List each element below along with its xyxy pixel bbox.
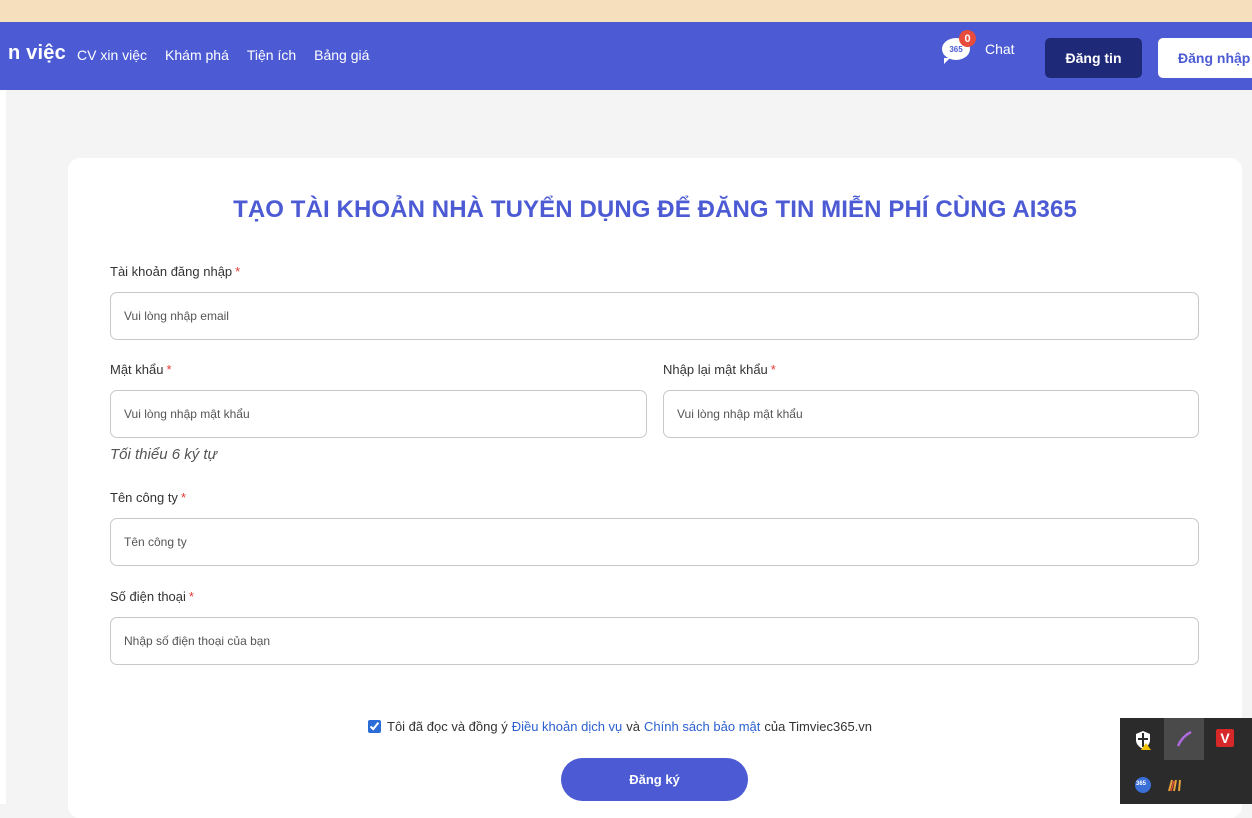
required-mark: * bbox=[770, 362, 776, 377]
required-mark: * bbox=[180, 490, 186, 505]
confirm-password-label: Nhập lại mật khẩu * bbox=[663, 362, 776, 377]
company-label: Tên công ty * bbox=[110, 490, 186, 505]
shield-warning-icon[interactable] bbox=[1132, 729, 1154, 751]
agree-text-start: Tôi đã đọc và đồng ý bbox=[387, 719, 508, 734]
password-field[interactable] bbox=[110, 390, 647, 438]
phone-label-text: Số điện thoại bbox=[110, 589, 186, 604]
page-left-edge bbox=[0, 22, 6, 804]
system-tray-panel: V 365 bbox=[1120, 718, 1252, 804]
confirm-password-field[interactable] bbox=[663, 390, 1199, 438]
terms-agreement: Tôi đã đọc và đồng ý Điều khoản dịch vụ … bbox=[368, 719, 872, 734]
post-job-button[interactable]: Đăng tin bbox=[1045, 38, 1142, 78]
nav-link-utilities[interactable]: Tiện ích bbox=[247, 47, 296, 63]
top-navbar: n việc CV xin việc Khám phá Tiện ích Bản… bbox=[0, 22, 1252, 90]
account-label-text: Tài khoản đăng nhập bbox=[110, 264, 233, 279]
company-name-field[interactable] bbox=[110, 518, 1199, 566]
password-hint: Tối thiểu 6 ký tự bbox=[110, 446, 218, 463]
agree-and-text: và bbox=[626, 719, 641, 734]
email-field[interactable] bbox=[110, 292, 1199, 340]
m-app-icon[interactable] bbox=[1164, 774, 1186, 796]
phone-field[interactable] bbox=[110, 617, 1199, 665]
chat-notification-badge: 0 bbox=[959, 30, 976, 47]
nav-link-cv[interactable]: CV xin việc bbox=[77, 47, 147, 63]
chat-label: Chat bbox=[985, 41, 1015, 57]
phone-label: Số điện thoại * bbox=[110, 589, 194, 604]
app-365-label: 365 bbox=[1136, 781, 1147, 787]
page-title: TẠO TÀI KHOẢN NHÀ TUYỂN DỤNG ĐỂ ĐĂNG TIN… bbox=[233, 196, 1077, 223]
agree-text-end: của Timviec365.vn bbox=[764, 719, 873, 734]
main-nav: CV xin việc Khám phá Tiện ích Bảng giá bbox=[77, 47, 387, 63]
company-label-text: Tên công ty bbox=[110, 490, 178, 505]
chat-logo-text: 365 bbox=[949, 44, 963, 54]
chat-button[interactable]: 365 0 Chat bbox=[942, 30, 1015, 64]
login-button[interactable]: Đăng nhập bbox=[1158, 38, 1252, 78]
privacy-policy-link[interactable]: Chính sách bảo mật bbox=[644, 719, 760, 734]
app-365-icon[interactable]: 365 bbox=[1132, 774, 1154, 796]
brand-logo[interactable]: n việc bbox=[8, 42, 66, 65]
feather-icon[interactable] bbox=[1164, 718, 1204, 760]
terms-of-service-link[interactable]: Điều khoản dịch vụ bbox=[512, 719, 623, 734]
nav-link-explore[interactable]: Khám phá bbox=[165, 47, 229, 63]
v-app-icon[interactable]: V bbox=[1216, 729, 1234, 747]
browser-top-strip bbox=[0, 0, 1252, 22]
required-mark: * bbox=[235, 264, 241, 279]
register-button[interactable]: Đăng ký bbox=[561, 758, 748, 801]
password-label: Mật khẩu * bbox=[110, 362, 172, 377]
confirm-password-label-text: Nhập lại mật khẩu bbox=[663, 362, 768, 377]
chat-icon: 365 0 bbox=[942, 30, 976, 64]
terms-checkbox[interactable] bbox=[368, 720, 381, 733]
account-label: Tài khoản đăng nhập * bbox=[110, 264, 240, 279]
required-mark: * bbox=[188, 589, 194, 604]
nav-link-pricing[interactable]: Bảng giá bbox=[314, 47, 369, 63]
password-label-text: Mật khẩu bbox=[110, 362, 164, 377]
required-mark: * bbox=[166, 362, 172, 377]
